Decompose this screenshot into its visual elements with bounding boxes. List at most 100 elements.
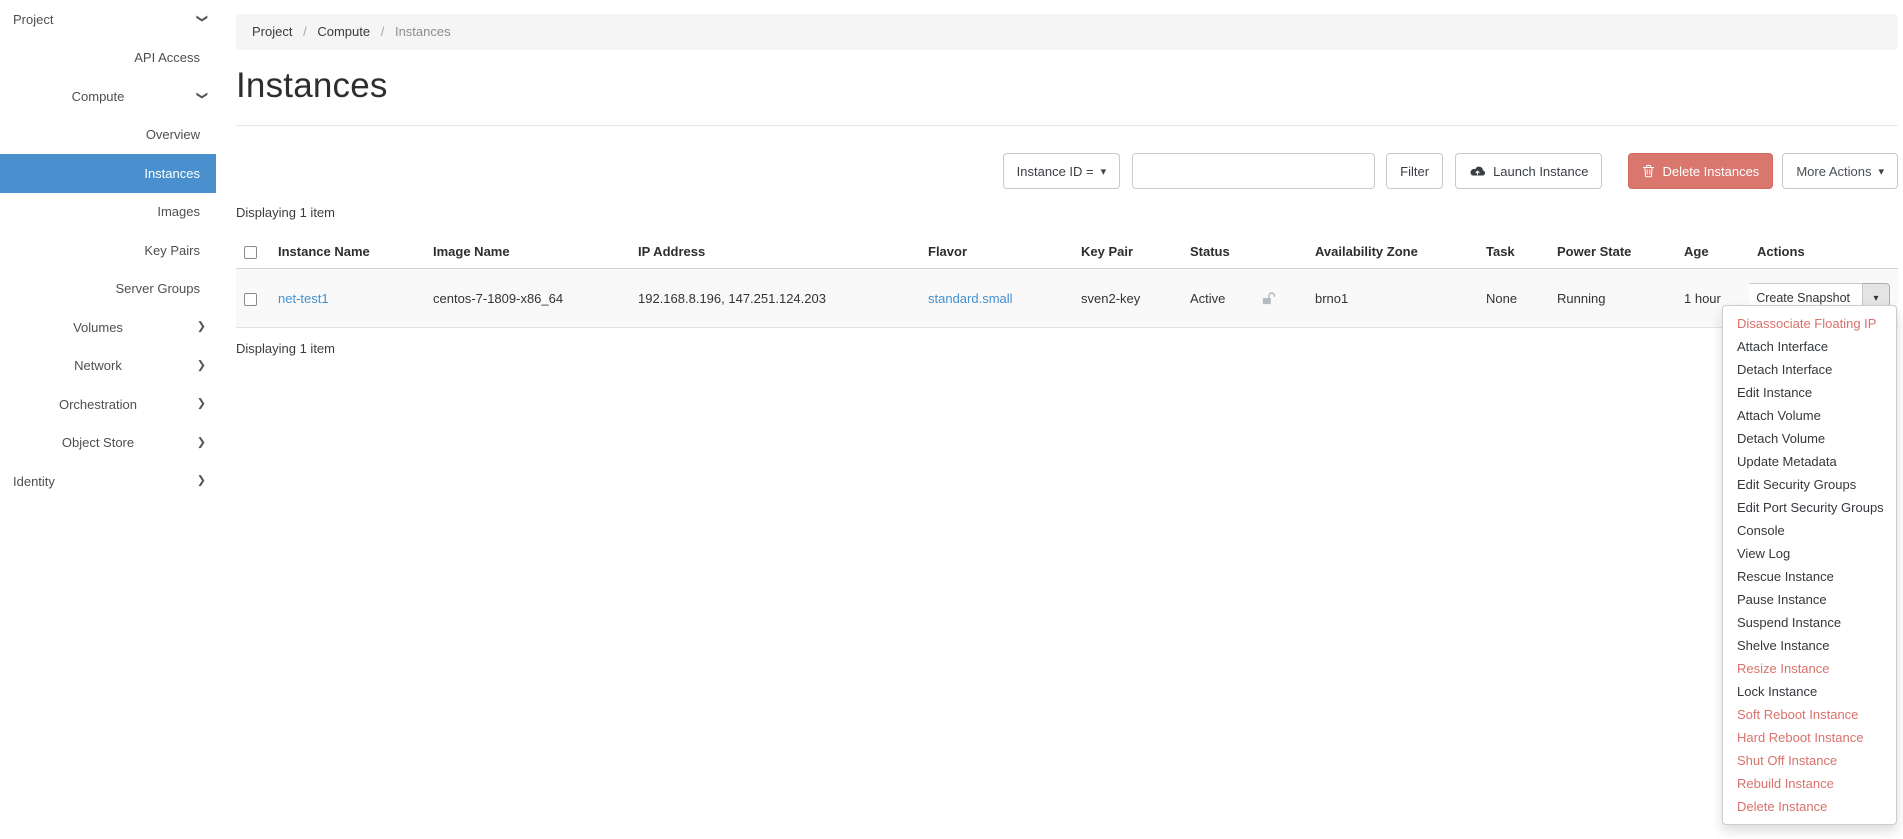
menu-item-resize-instance[interactable]: Resize Instance xyxy=(1723,657,1896,680)
sidebar-item-label: Network xyxy=(74,358,122,373)
menu-item-detach-volume[interactable]: Detach Volume xyxy=(1723,427,1896,450)
sidebar-item-label: Instances xyxy=(144,166,200,181)
menu-item-rescue-instance[interactable]: Rescue Instance xyxy=(1723,565,1896,588)
sidebar-item-volumes[interactable]: Volumes ❯ xyxy=(0,308,216,347)
menu-item-update-metadata[interactable]: Update Metadata xyxy=(1723,450,1896,473)
ip-address-cell: 192.168.8.196, 147.251.124.203 xyxy=(630,269,920,328)
menu-item-delete-instance[interactable]: Delete Instance xyxy=(1723,795,1896,818)
sidebar-item-label: Object Store xyxy=(62,435,134,450)
menu-item-suspend-instance[interactable]: Suspend Instance xyxy=(1723,611,1896,634)
sidebar-item-orchestration[interactable]: Orchestration ❯ xyxy=(0,385,216,424)
sidebar-item-label: Compute xyxy=(72,89,125,104)
item-count-bottom: Displaying 1 item xyxy=(236,341,1898,356)
menu-item-attach-interface[interactable]: Attach Interface xyxy=(1723,335,1896,358)
menu-item-rebuild-instance[interactable]: Rebuild Instance xyxy=(1723,772,1896,795)
caret-down-icon: ▾ xyxy=(1873,293,1878,304)
chevron-right-icon: ❯ xyxy=(197,437,206,448)
col-header-instance-name: Instance Name xyxy=(270,235,425,269)
col-header-availability-zone: Availability Zone xyxy=(1307,235,1478,269)
sidebar-item-label: Orchestration xyxy=(59,397,137,412)
page-title: Instances xyxy=(236,66,1898,106)
breadcrumb-separator: / xyxy=(381,24,385,39)
col-header-power-state: Power State xyxy=(1549,235,1676,269)
launch-instance-label: Launch Instance xyxy=(1493,164,1588,179)
sidebar-item-label: API Access xyxy=(134,50,200,65)
menu-item-disassociate-floating-ip[interactable]: Disassociate Floating IP xyxy=(1723,312,1896,335)
menu-item-edit-security-groups[interactable]: Edit Security Groups xyxy=(1723,473,1896,496)
menu-item-soft-reboot-instance[interactable]: Soft Reboot Instance xyxy=(1723,703,1896,726)
delete-instances-button[interactable]: Delete Instances xyxy=(1628,153,1773,189)
menu-item-pause-instance[interactable]: Pause Instance xyxy=(1723,588,1896,611)
chevron-down-icon: ❯ xyxy=(196,14,207,23)
instances-table: Instance Name Image Name IP Address Flav… xyxy=(236,235,1898,328)
sidebar-item-project[interactable]: Project ❯ xyxy=(0,0,216,39)
flavor-link[interactable]: standard.small xyxy=(928,291,1013,306)
sidebar-item-identity[interactable]: Identity ❯ xyxy=(0,462,216,501)
col-header-task: Task xyxy=(1478,235,1549,269)
col-header-ip-address: IP Address xyxy=(630,235,920,269)
item-count-top: Displaying 1 item xyxy=(236,205,1898,220)
more-actions-label: More Actions xyxy=(1796,164,1871,179)
cloud-upload-icon xyxy=(1469,164,1486,178)
unlock-icon xyxy=(1261,291,1276,306)
col-header-image-name: Image Name xyxy=(425,235,630,269)
sidebar-item-api-access[interactable]: API Access xyxy=(0,39,216,78)
chevron-right-icon: ❯ xyxy=(197,360,206,371)
breadcrumb-instances: Instances xyxy=(395,24,451,39)
caret-down-icon: ▾ xyxy=(1878,165,1884,178)
filter-field-dropdown[interactable]: Instance ID = ▾ xyxy=(1003,153,1121,189)
chevron-right-icon: ❯ xyxy=(197,399,206,410)
menu-item-shut-off-instance[interactable]: Shut Off Instance xyxy=(1723,749,1896,772)
table-toolbar: Instance ID = ▾ Filter Launch Instance D… xyxy=(236,153,1898,189)
instance-name-link[interactable]: net-test1 xyxy=(278,291,329,306)
filter-search-input[interactable] xyxy=(1132,153,1375,189)
sidebar-item-server-groups[interactable]: Server Groups xyxy=(0,270,216,309)
sidebar-item-images[interactable]: Images xyxy=(0,193,216,232)
breadcrumb: Project / Compute / Instances xyxy=(236,14,1898,50)
menu-item-detach-interface[interactable]: Detach Interface xyxy=(1723,358,1896,381)
menu-item-edit-port-security-groups[interactable]: Edit Port Security Groups xyxy=(1723,496,1896,519)
launch-instance-button[interactable]: Launch Instance xyxy=(1455,153,1602,189)
sidebar-item-overview[interactable]: Overview xyxy=(0,116,216,155)
sidebar-item-key-pairs[interactable]: Key Pairs xyxy=(0,231,216,270)
row-checkbox[interactable] xyxy=(244,293,257,306)
more-actions-button[interactable]: More Actions ▾ xyxy=(1782,153,1898,189)
breadcrumb-compute[interactable]: Compute xyxy=(317,24,370,39)
menu-item-lock-instance[interactable]: Lock Instance xyxy=(1723,680,1896,703)
instance-actions-menu: Disassociate Floating IP Attach Interfac… xyxy=(1722,305,1897,825)
task-cell: None xyxy=(1478,269,1549,328)
sidebar-item-instances[interactable]: Instances xyxy=(0,154,216,193)
menu-item-console[interactable]: Console xyxy=(1723,519,1896,542)
sidebar-nav: Project ❯ API Access Compute ❯ Overview … xyxy=(0,0,216,839)
select-all-checkbox[interactable] xyxy=(244,246,257,259)
col-header-age: Age xyxy=(1676,235,1749,269)
col-header-key-pair: Key Pair xyxy=(1073,235,1182,269)
menu-item-attach-volume[interactable]: Attach Volume xyxy=(1723,404,1896,427)
status-value: Active xyxy=(1190,291,1225,306)
chevron-right-icon: ❯ xyxy=(197,322,206,333)
sidebar-item-compute[interactable]: Compute ❯ xyxy=(0,77,216,116)
sidebar-item-label: Images xyxy=(157,204,200,219)
chevron-down-icon: ❯ xyxy=(196,91,207,100)
menu-item-hard-reboot-instance[interactable]: Hard Reboot Instance xyxy=(1723,726,1896,749)
menu-item-edit-instance[interactable]: Edit Instance xyxy=(1723,381,1896,404)
col-header-flavor: Flavor xyxy=(920,235,1073,269)
chevron-right-icon: ❯ xyxy=(197,476,206,487)
sidebar-item-object-store[interactable]: Object Store ❯ xyxy=(0,424,216,463)
delete-instances-label: Delete Instances xyxy=(1662,164,1759,179)
col-header-status: Status xyxy=(1182,235,1307,269)
sidebar-item-label: Volumes xyxy=(73,320,123,335)
image-name-cell: centos-7-1809-x86_64 xyxy=(425,269,630,328)
sidebar-item-label: Overview xyxy=(146,127,200,142)
table-row: net-test1 centos-7-1809-x86_64 192.168.8… xyxy=(236,269,1898,328)
menu-item-view-log[interactable]: View Log xyxy=(1723,542,1896,565)
sidebar-item-network[interactable]: Network ❯ xyxy=(0,347,216,386)
table-header-row: Instance Name Image Name IP Address Flav… xyxy=(236,235,1898,269)
sidebar-item-label: Server Groups xyxy=(115,281,200,296)
caret-down-icon: ▾ xyxy=(1101,165,1107,178)
filter-button[interactable]: Filter xyxy=(1386,153,1443,189)
breadcrumb-project[interactable]: Project xyxy=(252,24,292,39)
menu-item-shelve-instance[interactable]: Shelve Instance xyxy=(1723,634,1896,657)
sidebar-item-label: Project xyxy=(13,12,53,27)
availability-zone-cell: brno1 xyxy=(1307,269,1478,328)
